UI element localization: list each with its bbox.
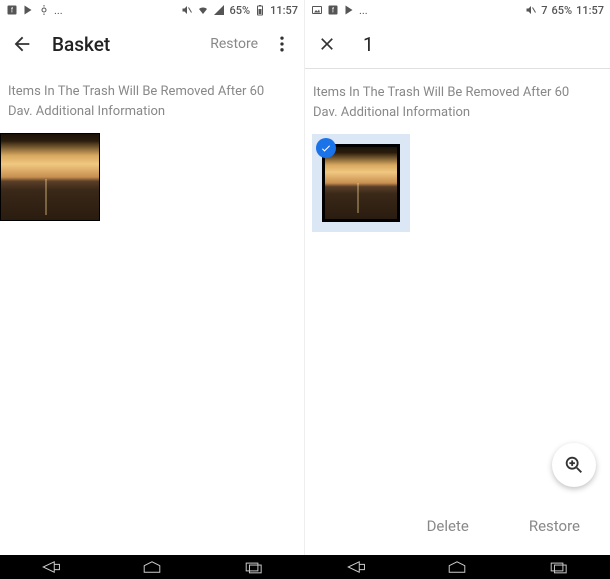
facebook-icon: f (327, 4, 339, 16)
trash-info-line1: Items In The Trash Will Be Removed After… (313, 83, 602, 103)
check-icon (316, 138, 336, 158)
trash-info-line2: Dav. Additional Information (313, 103, 602, 123)
nav-back-icon[interactable] (38, 560, 64, 574)
restore-all-button[interactable]: Restore (208, 32, 260, 56)
status-bar: f ... 65% 11:57 (0, 0, 304, 20)
bottom-action-bar: Delete Restore (305, 517, 610, 535)
status-left-icons: f ... (311, 4, 368, 17)
app-bar: Basket Restore (0, 20, 304, 68)
facebook-icon: f (6, 4, 18, 16)
restore-button[interactable]: Restore (529, 517, 580, 535)
status-right: 7 65% 11:57 (525, 4, 604, 17)
back-arrow-icon[interactable] (8, 30, 36, 58)
signal-icon (213, 4, 225, 16)
battery-text: 65% (551, 4, 572, 17)
thumbnail-grid (305, 126, 610, 232)
status-right: 65% 11:57 (181, 4, 298, 17)
screen-selection: f ... 7 65% 11:57 1 Items In The Trash W… (305, 0, 610, 555)
trash-info-line1: Items In The Trash Will Be Removed After… (8, 82, 296, 102)
selection-count: 1 (363, 33, 374, 56)
trash-info-line2: Dav. Additional Information (8, 102, 296, 122)
zoom-in-icon[interactable] (552, 443, 596, 487)
time-text: 11:57 (270, 4, 298, 17)
photo-thumbnail[interactable] (0, 133, 100, 221)
battery-text: 65% (229, 4, 250, 17)
wifi-icon (197, 4, 209, 16)
more-vert-icon[interactable] (268, 30, 296, 58)
picture-icon (311, 4, 323, 16)
weather-icon (38, 4, 50, 16)
nav-home-icon[interactable] (139, 560, 165, 574)
time-text: 11:57 (576, 4, 604, 17)
nav-back-icon[interactable] (343, 560, 369, 574)
nav-recent-icon[interactable] (241, 560, 267, 574)
trash-info: Items In The Trash Will Be Removed After… (0, 68, 304, 125)
play-store-icon (22, 4, 34, 16)
status-extra: 7 (541, 4, 547, 17)
photo-thumbnail-selected[interactable] (312, 134, 410, 232)
battery-icon (254, 4, 266, 16)
nav-home-icon[interactable] (444, 560, 470, 574)
close-icon[interactable] (313, 30, 341, 58)
nav-recent-icon[interactable] (546, 560, 572, 574)
page-title: Basket (52, 33, 110, 56)
trash-info: Items In The Trash Will Be Removed After… (305, 69, 610, 126)
svg-text:f: f (11, 8, 13, 15)
svg-text:f: f (332, 8, 334, 15)
photo-thumbnail (322, 144, 400, 222)
status-bar: f ... 7 65% 11:57 (305, 0, 610, 20)
screen-basket: f ... 65% 11:57 Basket Restore (0, 0, 305, 555)
status-more: ... (54, 4, 63, 17)
play-store-icon (343, 4, 355, 16)
thumbnail-grid (0, 125, 304, 221)
selection-app-bar: 1 (305, 20, 610, 68)
mute-icon (181, 4, 193, 16)
system-nav-bar (0, 555, 610, 579)
mute-icon (525, 4, 537, 16)
status-more: ... (359, 4, 368, 17)
delete-button[interactable]: Delete (427, 517, 469, 535)
status-left-icons: f ... (6, 4, 63, 17)
